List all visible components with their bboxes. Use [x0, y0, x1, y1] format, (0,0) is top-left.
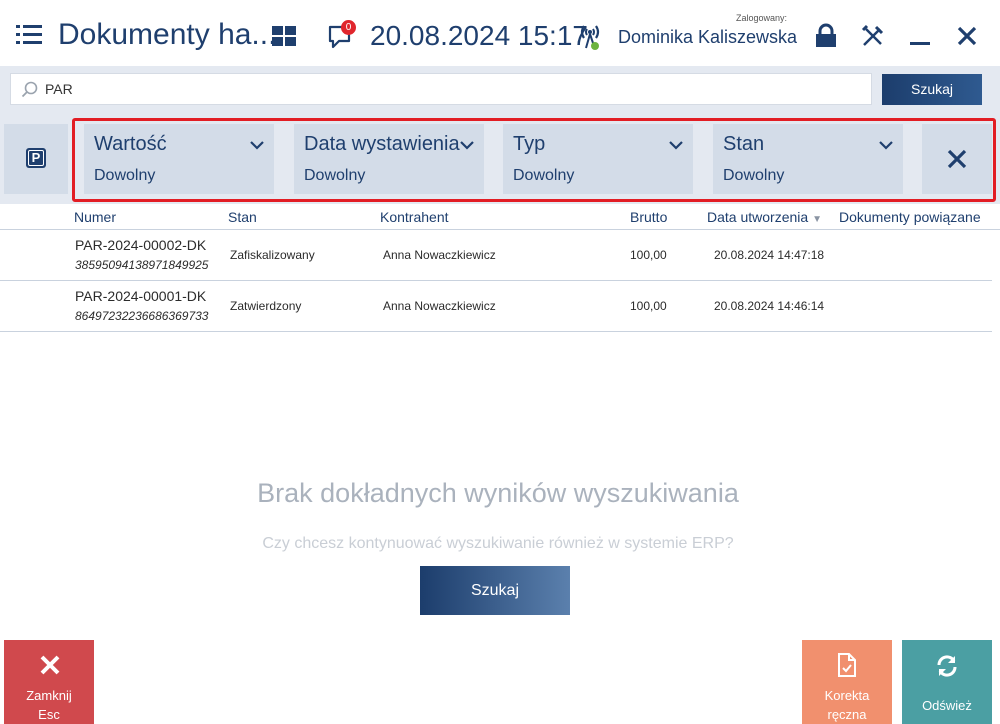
row-kontrahent: Anna Nowaczkiewicz [383, 299, 496, 313]
chevron-down-icon [879, 141, 893, 150]
search-input[interactable] [45, 74, 865, 104]
filter-typ[interactable]: Typ Dowolny [503, 124, 693, 194]
sort-desc-icon: ▼ [812, 214, 822, 225]
table-row[interactable]: PAR-2024-00001-DK 86497232236686369733 Z… [0, 282, 992, 332]
close-button[interactable]: Zamknij Esc [4, 640, 94, 724]
correction-label-line1: Korekta [824, 688, 870, 703]
empty-state-title: Brak dokładnych wyników wyszukiwania [257, 478, 739, 508]
app-header: Dokumenty ha... 0 20.08.2024 15:17 Zalog… [0, 0, 1000, 66]
refresh-icon [937, 655, 957, 677]
filter-value: Dowolny [94, 167, 156, 184]
column-header-kontrahent[interactable]: Kontrahent [380, 209, 449, 225]
notification-badge: 0 [341, 20, 356, 35]
search-field[interactable] [10, 73, 872, 105]
close-button-label: Zamknij [26, 688, 72, 703]
table-header: Numer Stan Kontrahent Brutto Data utworz… [0, 204, 1000, 230]
tools-icon[interactable] [859, 22, 887, 50]
refresh-button[interactable]: Odśwież [902, 640, 992, 724]
parking-icon: P [26, 148, 46, 168]
tiles-icon[interactable] [272, 26, 296, 46]
filter-bar: P Wartość Dowolny Data wystawienia Dowol… [0, 114, 1000, 204]
column-header-brutto[interactable]: Brutto [630, 209, 667, 225]
filter-label: Data wystawienia [304, 133, 460, 155]
column-header-stan[interactable]: Stan [228, 209, 257, 225]
datetime-display: 20.08.2024 15:17 [370, 20, 588, 51]
filter-stan[interactable]: Stan Dowolny [713, 124, 903, 194]
manual-correction-button[interactable]: Korekta ręczna [802, 640, 892, 724]
login-label: Zalogowany: [736, 13, 788, 23]
filter-label: Typ [513, 133, 546, 155]
page-title: Dokumenty ha... [58, 18, 277, 51]
refresh-label: Odśwież [922, 698, 972, 713]
filter-label: Stan [723, 133, 765, 155]
minimize-icon[interactable] [906, 22, 934, 50]
row-brutto: 100,00 [630, 248, 667, 262]
filter-value: Dowolny [723, 167, 785, 184]
filter-value: Dowolny [513, 167, 575, 184]
filter-wartosc[interactable]: Wartość Dowolny [84, 124, 274, 194]
column-header-numer[interactable]: Numer [74, 209, 116, 225]
column-header-label: Data utworzenia [707, 209, 809, 225]
close-x-icon [40, 655, 60, 675]
row-stan: Zafiskalizowany [230, 248, 315, 262]
close-button-shortcut: Esc [38, 707, 60, 722]
search-button[interactable]: Szukaj [882, 74, 982, 105]
clear-filters-icon [947, 149, 967, 169]
search-icon [21, 81, 39, 99]
row-stan: Zatwierdzony [230, 299, 302, 313]
chevron-down-icon [460, 141, 474, 150]
clear-filters-button[interactable] [922, 124, 992, 194]
column-header-data-utworzenia[interactable]: Data utworzenia ▼ [707, 209, 822, 225]
signal-icon [576, 22, 604, 52]
search-erp-button[interactable]: Szukaj [420, 566, 570, 615]
document-correction-icon [838, 653, 856, 677]
hamburger-icon[interactable] [16, 25, 42, 45]
filter-label: Wartość [94, 133, 167, 155]
row-numer: PAR-2024-00001-DK [75, 288, 207, 304]
chevron-down-icon [250, 141, 264, 150]
row-code: 38595094138971849925 [75, 258, 209, 272]
filter-value: Dowolny [304, 167, 366, 184]
footer-bar: Zamknij Esc Korekta ręczna Odśwież [0, 634, 1000, 724]
row-data: 20.08.2024 14:47:18 [714, 248, 825, 262]
lock-icon[interactable] [812, 22, 840, 50]
chevron-down-icon [669, 141, 683, 150]
close-icon[interactable] [953, 22, 981, 50]
row-data: 20.08.2024 14:46:14 [714, 299, 825, 313]
row-numer: PAR-2024-00002-DK [75, 237, 207, 253]
empty-state-subtitle: Czy chcesz kontynuować wyszukiwanie równ… [262, 535, 734, 552]
notification-icon[interactable]: 0 [327, 20, 356, 50]
column-header-dokumenty-powiazane[interactable]: Dokumenty powiązane [839, 209, 981, 225]
table-row[interactable]: PAR-2024-00002-DK 38595094138971849925 Z… [0, 231, 992, 281]
row-code: 86497232236686369733 [75, 309, 209, 323]
row-brutto: 100,00 [630, 299, 667, 313]
filter-data-wystawienia[interactable]: Data wystawienia Dowolny [294, 124, 484, 194]
correction-label-line2: ręczna [827, 707, 867, 722]
user-name: Dominika Kaliszewska [618, 27, 798, 47]
parking-button[interactable]: P [4, 124, 68, 194]
search-bar: Szukaj [0, 66, 1000, 114]
row-kontrahent: Anna Nowaczkiewicz [383, 248, 496, 262]
